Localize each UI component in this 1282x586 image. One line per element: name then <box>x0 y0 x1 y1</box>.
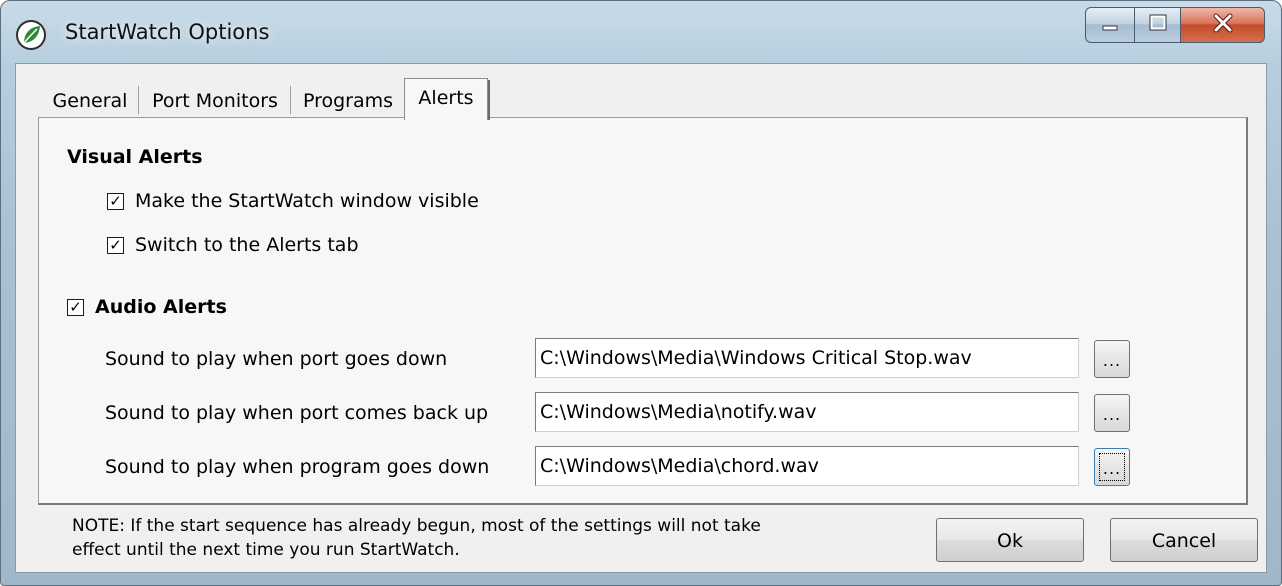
switch-to-alerts-tab-option[interactable]: ✓ Switch to the Alerts tab <box>107 234 359 256</box>
program-down-browse-button[interactable]: ... <box>1094 448 1130 486</box>
tab-general[interactable]: General <box>46 82 134 118</box>
startwatch-leaf-icon <box>15 19 47 51</box>
tab-separator <box>138 86 139 114</box>
tab-alerts[interactable]: Alerts <box>404 78 490 120</box>
close-button[interactable] <box>1181 7 1265 43</box>
tab-separator <box>290 86 291 114</box>
visual-alerts-heading: Visual Alerts <box>67 146 203 168</box>
port-down-sound-field[interactable]: C:\Windows\Media\Windows Critical Stop.w… <box>535 338 1079 378</box>
program-down-sound-label: Sound to play when program goes down <box>105 456 490 478</box>
make-window-visible-option[interactable]: ✓ Make the StartWatch window visible <box>107 190 479 212</box>
checkbox-label: Switch to the Alerts tab <box>135 234 359 256</box>
maximize-button[interactable] <box>1135 7 1181 43</box>
tab-port-monitors[interactable]: Port Monitors <box>144 82 286 118</box>
tab-label: Port Monitors <box>152 90 278 112</box>
window-title: StartWatch Options <box>65 20 270 44</box>
note-line: effect until the next time you run Start… <box>72 540 460 560</box>
cancel-button[interactable]: Cancel <box>1110 518 1258 562</box>
switch-to-alerts-tab-checkbox[interactable]: ✓ <box>107 236 124 254</box>
port-up-sound-field[interactable]: C:\Windows\Media\notify.wav <box>535 392 1079 432</box>
tab-label: Programs <box>302 90 394 112</box>
port-down-browse-button[interactable]: ... <box>1094 340 1130 378</box>
dialog-window: StartWatch Options General Port Monitors… <box>0 0 1282 586</box>
close-icon <box>1212 13 1234 38</box>
port-up-browse-button[interactable]: ... <box>1094 394 1130 432</box>
audio-alerts-option[interactable]: ✓ Audio Alerts <box>67 296 227 318</box>
minimize-icon <box>1100 14 1120 36</box>
caption-buttons <box>1085 7 1265 43</box>
title-bar[interactable]: StartWatch Options <box>1 1 1281 65</box>
dialog-client-area: General Port Monitors Programs Alerts Vi… <box>15 63 1267 573</box>
checkbox-label: Make the StartWatch window visible <box>135 190 479 212</box>
make-window-visible-checkbox[interactable]: ✓ <box>107 192 124 210</box>
settings-note: NOTE: If the start sequence has already … <box>72 514 892 562</box>
tab-programs[interactable]: Programs <box>296 82 400 118</box>
ok-button[interactable]: Ok <box>936 518 1084 562</box>
tab-label: Alerts <box>418 87 474 109</box>
tab-label: General <box>52 90 128 112</box>
alerts-tab-panel: Visual Alerts ✓ Make the StartWatch wind… <box>38 117 1248 505</box>
audio-alerts-heading: Audio Alerts <box>95 296 227 318</box>
program-down-sound-field[interactable]: C:\Windows\Media\chord.wav <box>535 446 1079 486</box>
port-down-sound-label: Sound to play when port goes down <box>105 348 448 370</box>
minimize-button[interactable] <box>1085 7 1135 43</box>
audio-alerts-checkbox[interactable]: ✓ <box>67 298 84 316</box>
port-up-sound-label: Sound to play when port comes back up <box>105 402 489 424</box>
note-line: NOTE: If the start sequence has already … <box>72 516 761 536</box>
maximize-icon <box>1148 14 1168 37</box>
